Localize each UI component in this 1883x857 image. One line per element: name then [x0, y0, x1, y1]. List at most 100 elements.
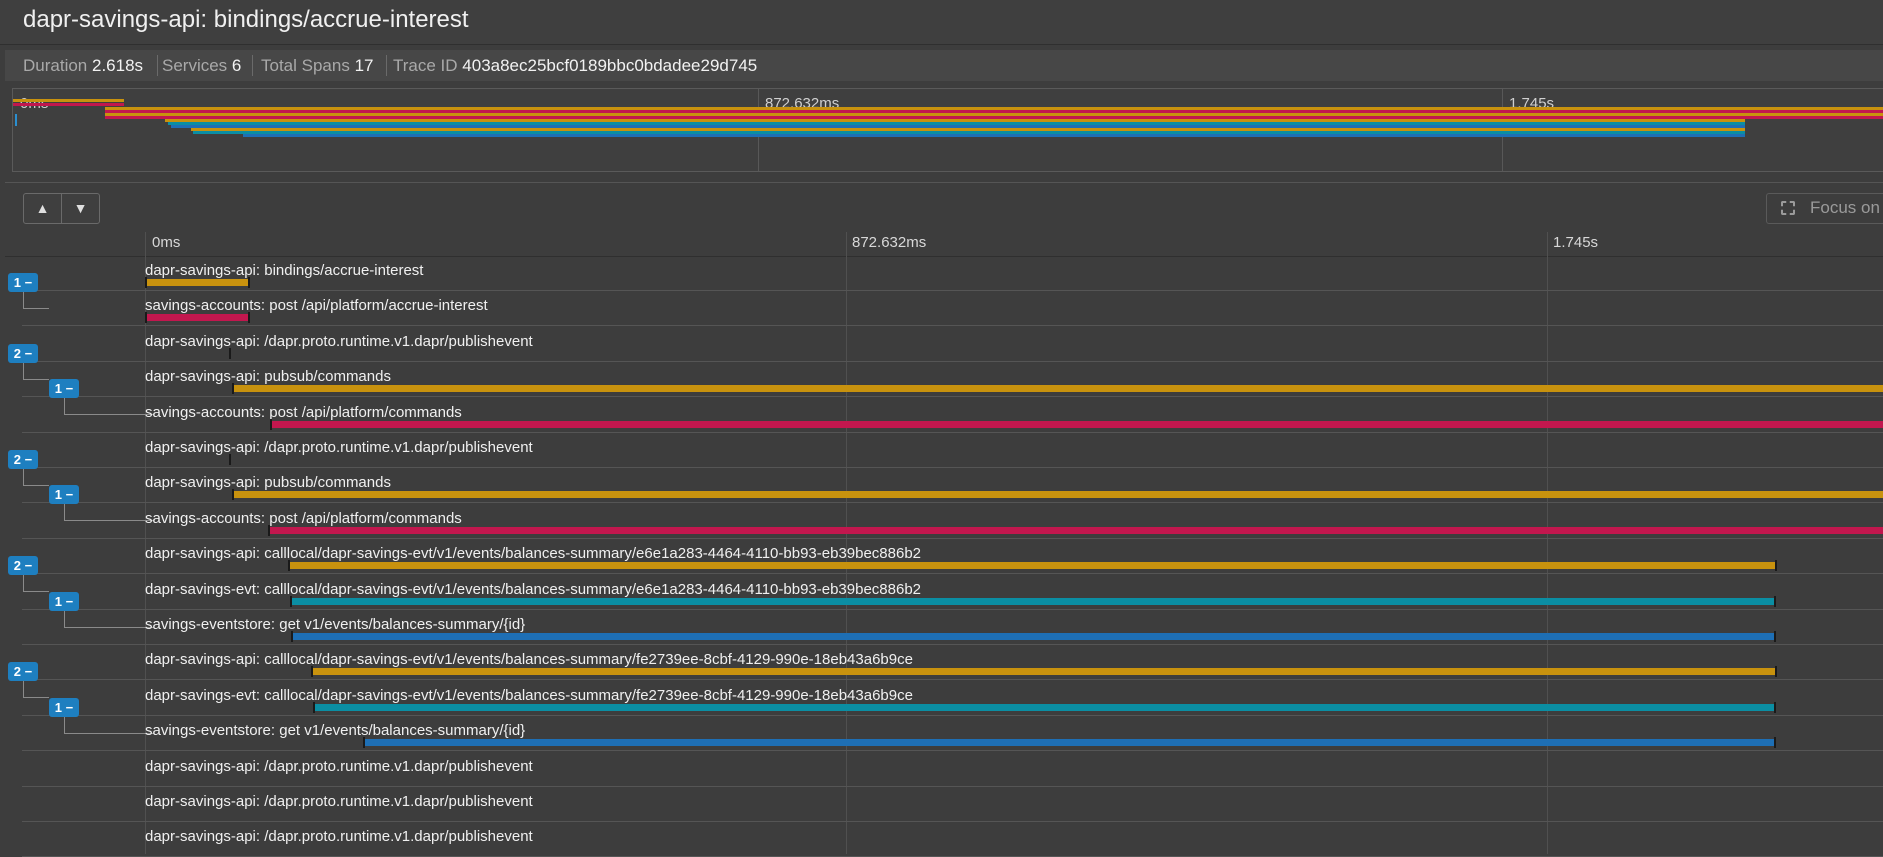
services-stat: Services 6 [162, 56, 242, 75]
span-end-marker [248, 277, 250, 288]
span-start-marker [145, 277, 147, 288]
span-duration-bar[interactable] [311, 668, 1777, 676]
span-row[interactable]: dapr-savings-evt: calllocal/dapr-savings… [0, 681, 1883, 734]
total-spans-stat: Total Spans 17 [261, 56, 374, 75]
span-name: dapr-savings-api: /dapr.proto.runtime.v1… [145, 828, 533, 846]
span-name: dapr-savings-api: pubsub/commands [145, 368, 391, 386]
span-name: dapr-savings-api: /dapr.proto.runtime.v1… [145, 793, 533, 810]
span-start-marker [288, 560, 290, 572]
span-row[interactable]: savings-accounts: post /api/platform/com… [0, 398, 1883, 433]
stat-divider [157, 55, 158, 76]
collapse-children-toggle[interactable]: 2 − [8, 343, 38, 363]
span-start-marker [311, 666, 313, 678]
span-row[interactable]: dapr-savings-api: /dapr.proto.runtime.v1… [0, 752, 1883, 787]
span-duration-bar[interactable] [288, 562, 1777, 570]
span-name: savings-eventstore: get v1/events/balanc… [145, 722, 526, 740]
span-row[interactable]: dapr-savings-evt: calllocal/dapr-savings… [0, 575, 1883, 628]
timeline-tick-label: 0ms [152, 234, 181, 251]
span-start-marker [270, 418, 272, 430]
span-end-marker [248, 312, 250, 324]
span-row[interactable]: dapr-savings-api: calllocal/dapr-savings… [0, 539, 1883, 593]
trace-stats: Duration 2.618s Services 6 Total Spans 1… [5, 50, 1883, 81]
minimap-span-bar [243, 134, 1745, 137]
span-duration-bar[interactable] [232, 491, 1883, 499]
minimap-span-bar [13, 103, 124, 106]
span-start-marker [313, 701, 315, 713]
span-name: dapr-savings-api: calllocal/dapr-savings… [145, 545, 922, 563]
span-name: savings-accounts: post /api/platform/com… [145, 403, 462, 421]
collapse-children-toggle[interactable]: 2 − [8, 662, 38, 682]
collapse-children-toggle[interactable]: 1 − [49, 379, 79, 399]
trace-minimap[interactable]: 0ms 872.632ms 1.745s [12, 88, 1883, 172]
span-name: dapr-savings-evt: calllocal/dapr-savings… [145, 580, 922, 598]
next-span-button[interactable]: ▼ [62, 194, 99, 223]
chevron-up-icon: ▲ [35, 200, 50, 216]
span-duration-bar[interactable] [270, 420, 1883, 428]
span-end-marker [1774, 595, 1776, 607]
span-row[interactable]: dapr-savings-api: /dapr.proto.runtime.v1… [0, 787, 1883, 822]
span-start-marker [290, 595, 292, 607]
page-title: dapr-savings-api: bindings/accrue-intere… [23, 6, 469, 33]
trace-header: dapr-savings-api: bindings/accrue-intere… [0, 0, 1883, 45]
span-name: savings-accounts: post /api/platform/acc… [145, 297, 488, 315]
span-start-marker [268, 524, 270, 536]
span-name: dapr-savings-api: pubsub/commands [145, 474, 391, 492]
minimap-span-bar [13, 99, 124, 102]
span-start-marker [229, 454, 231, 465]
collapse-children-toggle[interactable]: 2 − [8, 450, 38, 469]
span-name: savings-accounts: post /api/platform/com… [145, 509, 462, 527]
span-end-marker [1774, 631, 1776, 642]
span-navigation: ▲ ▼ [23, 193, 100, 224]
span-duration-bar[interactable] [145, 279, 250, 286]
span-duration-bar[interactable] [363, 739, 1776, 747]
span-start-marker [363, 737, 365, 749]
span-row[interactable]: savings-accounts: post /api/platform/com… [0, 504, 1883, 539]
span-duration-bar[interactable] [290, 597, 1776, 605]
span-duration-bar[interactable] [145, 314, 250, 322]
span-duration-bar[interactable] [291, 633, 1776, 640]
previous-span-button[interactable]: ▲ [24, 194, 61, 223]
span-end-marker [1774, 737, 1776, 749]
span-row[interactable]: dapr-savings-api: /dapr.proto.runtime.v1… [0, 327, 1883, 380]
span-duration-bar[interactable] [313, 703, 1776, 711]
span-row[interactable]: dapr-savings-api: pubsub/commands 1 − [0, 362, 1883, 416]
minimap-cursor[interactable] [15, 114, 17, 126]
span-row[interactable]: dapr-savings-api: bindings/accrue-intere… [0, 256, 1883, 309]
duration-stat: Duration 2.618s [23, 56, 144, 75]
collapse-children-toggle[interactable]: 1 − [8, 273, 38, 292]
span-end-marker [1774, 701, 1776, 713]
span-row[interactable]: savings-eventstore: get v1/events/balanc… [0, 716, 1883, 752]
span-name: savings-eventstore: get v1/events/balanc… [145, 616, 526, 633]
collapse-children-toggle[interactable]: 2 − [8, 556, 38, 576]
collapse-children-toggle[interactable]: 1 − [49, 485, 79, 505]
span-start-marker [291, 631, 293, 642]
span-row[interactable]: dapr-savings-api: calllocal/dapr-savings… [0, 645, 1883, 699]
span-row[interactable]: dapr-savings-api: /dapr.proto.runtime.v1… [0, 433, 1883, 486]
timeline-tick-label: 872.632ms [852, 234, 927, 251]
span-duration-bar[interactable] [232, 385, 1883, 393]
timeline-header [5, 232, 1883, 257]
span-start-marker [145, 312, 147, 324]
span-row[interactable]: savings-accounts: post /api/platform/acc… [0, 291, 1883, 327]
span-row[interactable]: dapr-savings-api: pubsub/commands 1 − [0, 468, 1883, 522]
span-name: dapr-savings-api: calllocal/dapr-savings… [145, 651, 913, 669]
stat-divider [252, 55, 253, 76]
span-name: dapr-savings-api: /dapr.proto.runtime.v1… [145, 332, 533, 350]
span-name: dapr-savings-api: /dapr.proto.runtime.v1… [145, 439, 533, 456]
collapse-children-toggle[interactable]: 1 − [49, 591, 79, 611]
stat-divider [386, 55, 387, 76]
span-duration-bar[interactable] [268, 526, 1883, 534]
span-row[interactable]: dapr-savings-api: /dapr.proto.runtime.v1… [0, 822, 1883, 857]
focus-on-button[interactable]: Focus on [1766, 193, 1883, 224]
span-start-marker [232, 489, 234, 501]
span-start-marker [232, 383, 234, 395]
focus-icon [1781, 201, 1795, 215]
span-name: dapr-savings-evt: calllocal/dapr-savings… [145, 686, 913, 704]
chevron-down-icon: ▼ [73, 200, 88, 216]
span-row[interactable]: savings-eventstore: get v1/events/balanc… [0, 610, 1883, 645]
section-divider [5, 182, 1883, 183]
trace-id-stat: Trace ID 403a8ec25bcf0189bbc0bdadee29d74… [393, 56, 758, 75]
span-name: dapr-savings-api: /dapr.proto.runtime.v1… [145, 757, 533, 775]
collapse-children-toggle[interactable]: 1 − [49, 697, 79, 717]
span-end-marker [1775, 666, 1777, 678]
